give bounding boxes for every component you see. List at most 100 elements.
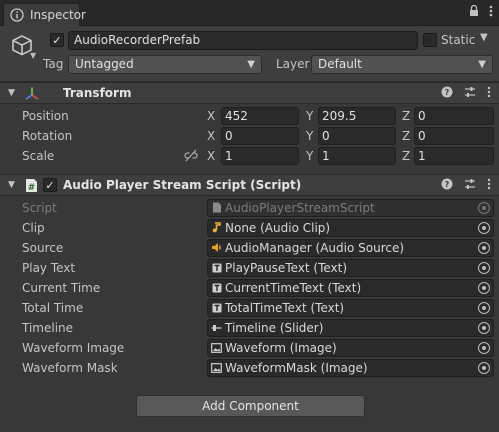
tag-dropdown[interactable]: Untagged ▼	[68, 55, 262, 74]
object-field-current-time[interactable]: CurrentTimeText (Text)	[207, 279, 494, 297]
object-picker-icon[interactable]	[478, 342, 490, 354]
field-row-script: Script AudioPlayerStreamScript	[0, 198, 499, 218]
position-z-field[interactable]: 0	[414, 107, 494, 125]
help-icon[interactable]: ?	[441, 86, 453, 101]
field-row-waveform-image: Waveform Image Waveform (Image)	[0, 338, 499, 358]
object-picker-icon[interactable]	[478, 242, 490, 254]
tab-inspector[interactable]: Inspector	[3, 3, 86, 26]
axis-x-label[interactable]: X	[207, 129, 215, 143]
object-field-waveform-mask[interactable]: WaveformMask (Image)	[207, 359, 494, 377]
presets-icon[interactable]	[464, 178, 476, 193]
object-picker-icon[interactable]	[478, 262, 490, 274]
gameobject-header: ▼ ✓ AudioRecorderPrefab Static ▼ Tag Unt…	[0, 26, 499, 82]
field-row-current-time: Current Time CurrentTimeText (Text)	[0, 278, 499, 298]
object-field-play-text[interactable]: PlayPauseText (Text)	[207, 259, 494, 277]
chevron-down-icon: ▼	[478, 59, 486, 70]
script-component-header[interactable]: ▼ # ✓ Audio Player Stream Script (Script…	[0, 174, 499, 196]
component-enabled-checkbox[interactable]: ✓	[43, 178, 57, 192]
active-checkbox[interactable]: ✓	[50, 33, 64, 47]
axis-z-label[interactable]: Z	[402, 149, 410, 163]
object-picker-icon	[478, 202, 490, 214]
field-value: AudioManager (Audio Source)	[225, 241, 405, 255]
inspector-tab-bar: Inspector	[0, 0, 499, 26]
field-label: Timeline	[22, 321, 74, 335]
slider-icon	[211, 322, 222, 333]
field-row-source: Source AudioManager (Audio Source)	[0, 238, 499, 258]
object-picker-icon[interactable]	[478, 302, 490, 314]
scale-x-field[interactable]: 1	[221, 147, 299, 165]
icon-dropdown-caret-icon[interactable]: ▼	[30, 51, 36, 60]
field-value: Timeline (Slider)	[225, 321, 324, 335]
axis-x-label[interactable]: X	[207, 109, 215, 123]
script-asset-icon	[211, 202, 222, 213]
layer-dropdown[interactable]: Default ▼	[311, 55, 493, 74]
chevron-down-icon: ▼	[247, 59, 255, 70]
object-field-timeline[interactable]: Timeline (Slider)	[207, 319, 494, 337]
object-field-waveform-image[interactable]: Waveform (Image)	[207, 339, 494, 357]
field-row-total-time: Total Time TotalTimeText (Text)	[0, 298, 499, 318]
position-x-field[interactable]: 452	[221, 107, 299, 125]
audio-source-icon	[211, 242, 222, 253]
static-label: Static	[441, 33, 476, 47]
svg-text:#: #	[28, 183, 36, 193]
kebab-menu-icon[interactable]	[487, 86, 491, 101]
transform-header[interactable]: ▼ Transform ?	[0, 82, 499, 104]
object-picker-icon[interactable]	[478, 282, 490, 294]
object-field-source[interactable]: AudioManager (Audio Source)	[207, 239, 494, 257]
axis-y-label[interactable]: Y	[306, 129, 313, 143]
constrain-proportions-link-icon[interactable]	[184, 149, 198, 162]
transform-title: Transform	[63, 86, 132, 100]
object-picker-icon[interactable]	[478, 362, 490, 374]
kebab-menu-icon[interactable]	[487, 178, 491, 193]
help-icon[interactable]: ?	[441, 178, 453, 193]
foldout-arrow-icon[interactable]: ▼	[8, 88, 15, 98]
tab-inspector-label: Inspector	[30, 8, 86, 22]
field-value: WaveformMask (Image)	[225, 361, 368, 375]
field-label: Current Time	[22, 281, 101, 295]
csharp-script-icon: #	[24, 178, 39, 196]
text-icon	[211, 262, 222, 273]
rotation-z-field[interactable]: 0	[414, 127, 494, 145]
static-dropdown-caret-icon[interactable]: ▼	[480, 32, 488, 43]
field-value: PlayPauseText (Text)	[225, 261, 348, 275]
tag-label: Tag	[43, 57, 64, 71]
axis-x-label[interactable]: X	[207, 149, 215, 163]
layer-value: Default	[318, 57, 362, 71]
scale-z-field[interactable]: 1	[414, 147, 494, 165]
kebab-menu-icon[interactable]	[489, 5, 493, 20]
field-value: None (Audio Clip)	[225, 221, 331, 235]
rotation-x-field[interactable]: 0	[221, 127, 299, 145]
object-field-clip[interactable]: None (Audio Clip)	[207, 219, 494, 237]
foldout-arrow-icon[interactable]: ▼	[8, 180, 15, 190]
audio-clip-icon	[211, 222, 222, 233]
object-field-total-time[interactable]: TotalTimeText (Text)	[207, 299, 494, 317]
field-label: Clip	[22, 221, 45, 235]
object-picker-icon[interactable]	[478, 322, 490, 334]
axis-y-label[interactable]: Y	[306, 149, 313, 163]
scale-label: Scale	[22, 149, 55, 163]
text-icon	[211, 302, 222, 313]
rotation-y-field[interactable]: 0	[318, 127, 396, 145]
scale-y-field[interactable]: 1	[318, 147, 396, 165]
svg-text:?: ?	[445, 180, 450, 189]
image-icon	[211, 362, 222, 373]
lock-icon[interactable]	[469, 4, 479, 20]
field-row-play-text: Play Text PlayPauseText (Text)	[0, 258, 499, 278]
object-picker-icon[interactable]	[478, 222, 490, 234]
axis-y-label[interactable]: Y	[306, 109, 313, 123]
transform-icon	[24, 86, 40, 105]
field-row-timeline: Timeline Timeline (Slider)	[0, 318, 499, 338]
field-value: TotalTimeText (Text)	[225, 301, 345, 315]
position-label: Position	[22, 109, 69, 123]
static-checkbox[interactable]	[423, 33, 437, 47]
layer-label: Layer	[276, 57, 310, 71]
axis-z-label[interactable]: Z	[402, 109, 410, 123]
image-icon	[211, 342, 222, 353]
gameobject-name-field[interactable]: AudioRecorderPrefab	[68, 31, 418, 50]
presets-icon[interactable]	[464, 86, 476, 101]
position-y-field[interactable]: 209.5	[318, 107, 396, 125]
field-value: Waveform (Image)	[225, 341, 337, 355]
add-component-button[interactable]: Add Component	[136, 395, 365, 417]
field-value: CurrentTimeText (Text)	[225, 281, 362, 295]
axis-z-label[interactable]: Z	[402, 129, 410, 143]
